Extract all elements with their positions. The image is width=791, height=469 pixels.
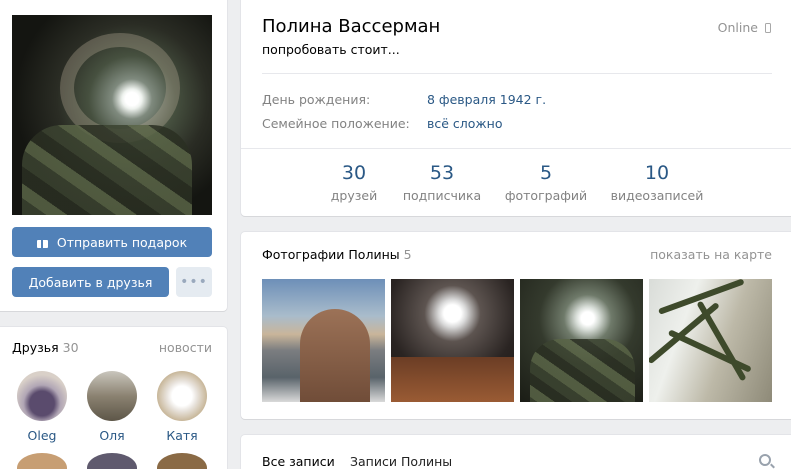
counter-number: 10: [644, 162, 670, 184]
counter-videos[interactable]: 10 видеозаписей: [602, 162, 712, 203]
tab-all-posts[interactable]: Все записи: [262, 454, 335, 469]
friends-block: Друзья 30 новости Oleg Оля Катя: [0, 327, 227, 469]
friend-item[interactable]: Оля: [82, 371, 142, 443]
photo-thumbnail[interactable]: [262, 279, 385, 402]
photo-thumbnail[interactable]: [391, 279, 514, 402]
friend-name[interactable]: Оля: [82, 428, 142, 443]
relationship-value[interactable]: всё сложно: [427, 116, 503, 131]
counter-number: 53: [429, 162, 455, 184]
more-actions-button[interactable]: •••: [176, 267, 212, 297]
counter-label: подписчика: [402, 188, 482, 203]
profile-status: попробовать стоит...: [262, 42, 400, 57]
friend-item[interactable]: Катя: [152, 371, 212, 443]
photos-title: Фотографии Полины: [262, 247, 400, 262]
photos-count: 5: [403, 247, 412, 262]
friends-count: 30: [62, 340, 79, 355]
send-gift-button[interactable]: Отправить подарок: [12, 227, 212, 257]
friends-title: Друзья: [12, 340, 59, 355]
photo-shape: [530, 339, 635, 402]
more-dots-icon: •••: [180, 274, 208, 290]
add-friend-button[interactable]: Добавить в друзья: [12, 267, 169, 297]
friend-avatar[interactable]: [157, 371, 207, 421]
counter-label: видеозаписей: [610, 188, 704, 203]
show-on-map-link[interactable]: показать на карте: [650, 247, 772, 262]
profile-avatar[interactable]: [12, 15, 212, 215]
counter-photos[interactable]: 5 фотографий: [491, 162, 601, 203]
online-label: Online: [717, 20, 758, 35]
avatar-coat-shape: [22, 125, 192, 215]
friends-header[interactable]: Друзья 30: [12, 340, 79, 355]
photos-header[interactable]: Фотографии Полины 5: [262, 247, 412, 262]
profile-photo-card: Отправить подарок Добавить в друзья •••: [0, 0, 227, 311]
search-icon[interactable]: [759, 454, 771, 466]
counter-followers[interactable]: 53 подписчика: [387, 162, 497, 203]
friend-avatar[interactable]: [87, 453, 137, 469]
friend-name[interactable]: Oleg: [12, 428, 72, 443]
friend-item[interactable]: Oleg: [12, 371, 72, 443]
photo-shape: [391, 357, 514, 402]
mobile-phone-icon: [765, 22, 771, 33]
relationship-label: Семейное положение:: [262, 116, 410, 131]
divider: [241, 148, 791, 149]
friend-avatar[interactable]: [87, 371, 137, 421]
photo-shape: [300, 309, 370, 402]
friend-avatar[interactable]: [17, 371, 67, 421]
counter-number: 5: [539, 162, 553, 184]
profile-name: Полина Вассерман: [262, 16, 441, 37]
friend-avatar[interactable]: [17, 453, 67, 469]
birthday-label: День рождения:: [262, 92, 371, 107]
friends-news-link[interactable]: новости: [159, 340, 212, 355]
photo-thumbnail[interactable]: [649, 279, 772, 402]
wall-block: Все записи Записи Полины: [241, 435, 791, 469]
photo-thumbnail[interactable]: [520, 279, 643, 402]
gift-icon: [36, 237, 48, 248]
tab-owner-posts[interactable]: Записи Полины: [350, 454, 452, 469]
add-friend-label: Добавить в друзья: [28, 274, 153, 290]
birthday-value[interactable]: 8 февраля 1942 г.: [427, 92, 546, 107]
friend-avatar[interactable]: [157, 453, 207, 469]
profile-info-card: Полина Вассерман попробовать стоит... On…: [241, 0, 791, 216]
counter-label: фотографий: [504, 188, 588, 203]
send-gift-label: Отправить подарок: [56, 234, 188, 250]
photos-block: Фотографии Полины 5 показать на карте: [241, 232, 791, 419]
online-indicator: Online: [718, 20, 771, 35]
divider: [262, 73, 772, 74]
friend-name[interactable]: Катя: [152, 428, 212, 443]
